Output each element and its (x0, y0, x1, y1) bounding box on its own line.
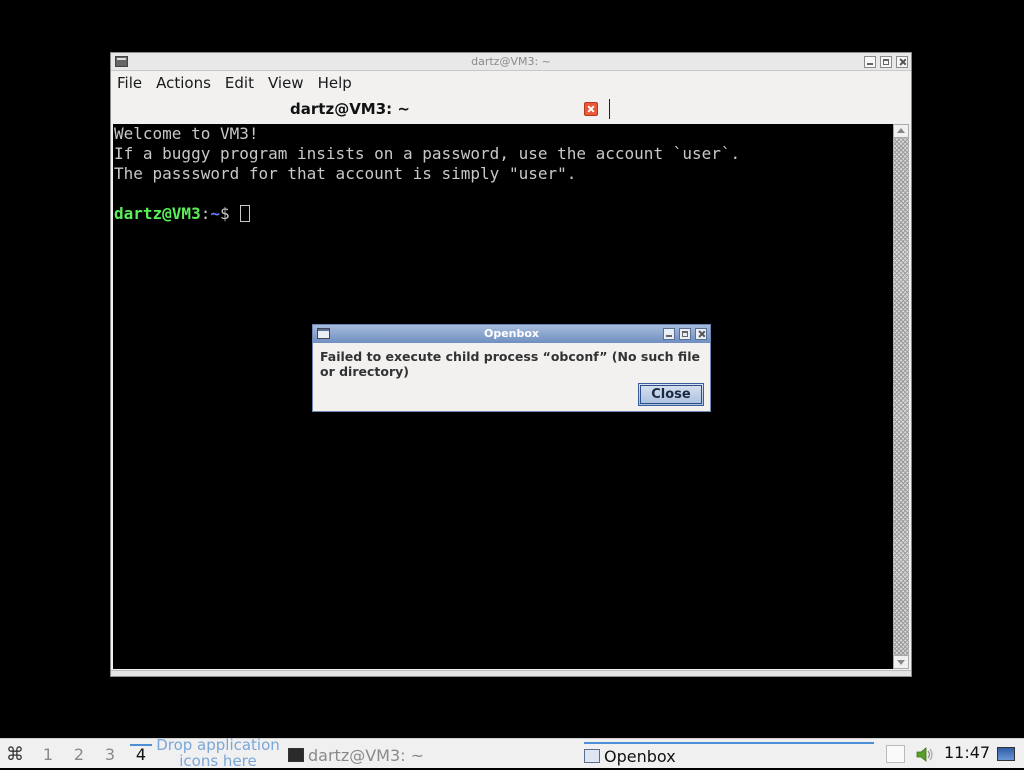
scroll-up-icon[interactable] (893, 124, 909, 138)
menu-file[interactable]: File (117, 74, 142, 92)
prompt-user-host: dartz@VM3 (114, 204, 201, 223)
maximize-icon[interactable] (679, 328, 691, 340)
menu-edit[interactable]: Edit (225, 74, 254, 92)
scroll-down-icon[interactable] (893, 655, 909, 669)
launcher-drop-hint[interactable]: Drop application icons here (155, 737, 281, 769)
prompt-separator: : (200, 204, 211, 223)
clock[interactable]: 11:47 (944, 743, 990, 762)
tray-notification-icon[interactable] (886, 745, 905, 763)
dialog-title: Openbox (483, 327, 540, 340)
workspace-3[interactable]: 3 (99, 744, 121, 766)
dialog-titlebar[interactable]: Openbox (313, 325, 710, 343)
close-icon[interactable] (896, 56, 908, 68)
minimize-icon[interactable] (864, 56, 876, 68)
tab-divider (609, 99, 610, 119)
workspace-4[interactable]: 4 (130, 744, 152, 766)
terminal-line: The passsword for that account is simply… (114, 164, 577, 183)
shell-prompt[interactable]: dartz@VM3:~$ (114, 204, 893, 224)
task-label: dartz@VM3: ~ (308, 745, 425, 765)
minimize-icon[interactable] (663, 328, 675, 340)
tab-terminal[interactable]: dartz@VM3: ~ (111, 95, 609, 123)
tab-bar: dartz@VM3: ~ (111, 95, 911, 123)
task-label: Openbox (604, 746, 676, 766)
workspace-1[interactable]: 1 (37, 744, 59, 766)
maximize-icon[interactable] (880, 56, 892, 68)
window-bottom-border[interactable] (111, 670, 911, 676)
menu-bar: File Actions Edit View Help (111, 72, 911, 94)
menu-help[interactable]: Help (318, 74, 352, 92)
prompt-symbol: $ (219, 204, 240, 223)
terminal-titlebar[interactable]: dartz@VM3: ~ (111, 53, 911, 71)
menu-actions[interactable]: Actions (156, 74, 211, 92)
window-icon (584, 749, 600, 763)
text-cursor (240, 205, 251, 222)
window-controls (864, 56, 908, 68)
terminal-window-title: dartz@VM3: ~ (471, 55, 551, 68)
task-openbox[interactable]: Openbox (584, 742, 874, 768)
dialog-message: Failed to execute child process “obconf”… (320, 349, 700, 379)
menu-view[interactable]: View (268, 74, 304, 92)
error-dialog: Openbox Failed to execute child process … (312, 324, 711, 412)
start-menu-icon[interactable]: ⌘ (4, 744, 26, 766)
terminal-line: If a buggy program insists on a password… (114, 144, 741, 163)
close-button[interactable]: Close (638, 383, 704, 406)
vertical-scrollbar[interactable] (893, 124, 909, 669)
task-terminal[interactable]: dartz@VM3: ~ (288, 742, 424, 768)
prompt-path: ~ (210, 204, 220, 223)
tab-close-icon[interactable] (584, 102, 598, 116)
terminal-line: Welcome to VM3! (114, 124, 259, 143)
close-icon[interactable] (695, 328, 707, 340)
volume-icon[interactable] (915, 746, 935, 763)
taskbar: ⌘ 1 2 3 4 Drop application icons here da… (0, 737, 1024, 769)
workspace-2[interactable]: 2 (68, 744, 90, 766)
show-desktop-icon[interactable] (997, 747, 1015, 761)
dialog-window-controls (663, 328, 707, 340)
terminal-icon (288, 748, 304, 762)
tab-label: dartz@VM3: ~ (290, 100, 410, 118)
